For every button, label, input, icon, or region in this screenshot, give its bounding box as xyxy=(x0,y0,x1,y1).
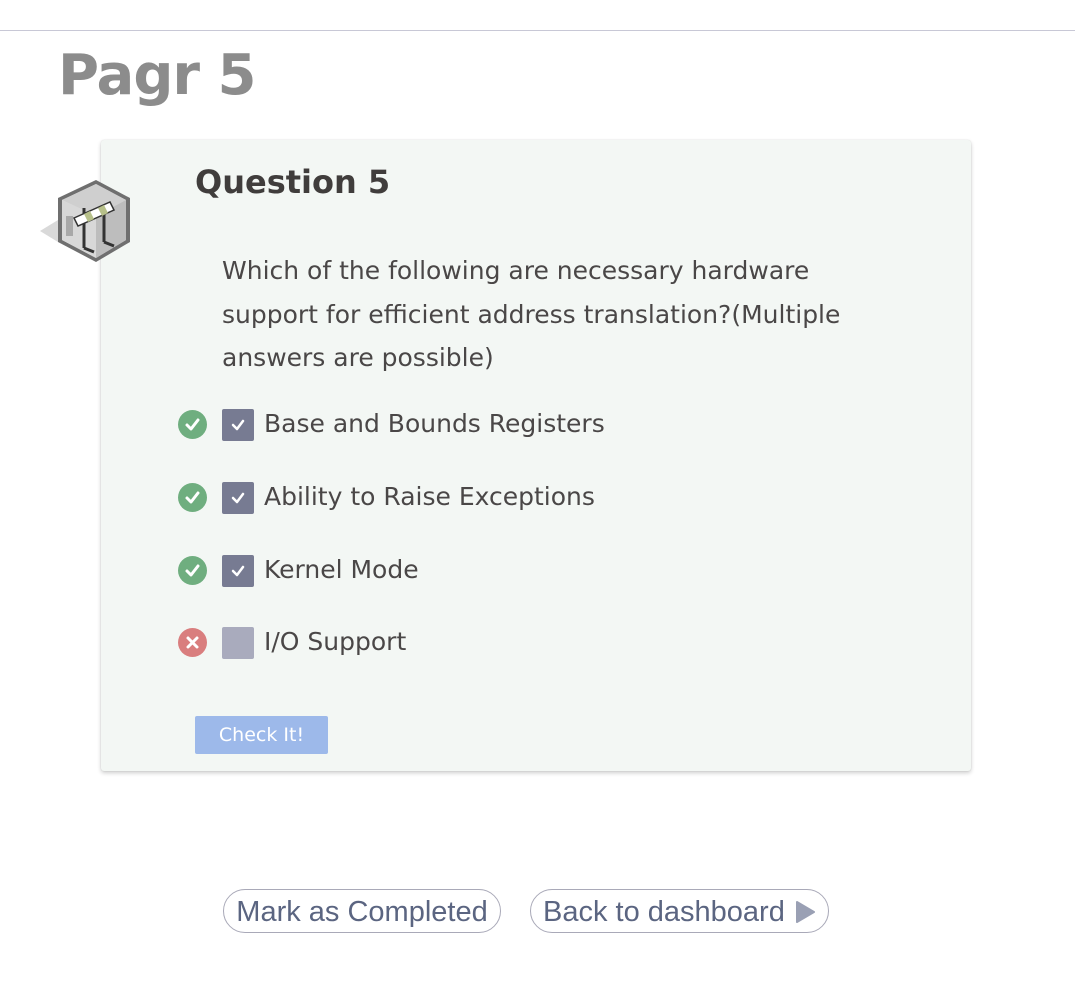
barrier-cube-icon xyxy=(40,176,136,268)
check-it-button[interactable]: Check It! xyxy=(195,716,328,754)
header-divider xyxy=(0,30,1075,31)
check-circle-icon xyxy=(178,410,207,439)
answer-option[interactable]: Base and Bounds Registers xyxy=(178,409,878,450)
answer-checkbox[interactable] xyxy=(222,409,254,441)
answer-option[interactable]: Kernel Mode xyxy=(178,555,878,596)
answer-label: Base and Bounds Registers xyxy=(264,409,605,438)
answer-label: Kernel Mode xyxy=(264,555,419,584)
answer-option[interactable]: Ability to Raise Exceptions xyxy=(178,482,878,523)
question-text: Which of the following are necessary har… xyxy=(222,256,841,372)
answer-label: Ability to Raise Exceptions xyxy=(264,482,595,511)
back-to-dashboard-button[interactable]: Back to dashboard xyxy=(530,889,829,933)
mark-completed-button[interactable]: Mark as Completed xyxy=(223,889,501,933)
answer-option[interactable]: I/O Support xyxy=(178,627,878,668)
page-title: Pagr 5 xyxy=(58,43,256,108)
check-circle-icon xyxy=(178,556,207,585)
play-arrow-icon xyxy=(796,901,815,923)
check-circle-icon xyxy=(178,483,207,512)
back-to-dashboard-label: Back to dashboard xyxy=(543,896,785,928)
x-circle-icon xyxy=(178,628,207,657)
answer-label: I/O Support xyxy=(264,627,407,656)
mark-completed-label: Mark as Completed xyxy=(236,896,488,928)
answer-checkbox[interactable] xyxy=(222,555,254,587)
question-title: Question 5 xyxy=(195,163,391,201)
answer-checkbox[interactable] xyxy=(222,627,254,659)
answer-checkbox[interactable] xyxy=(222,482,254,514)
question-card xyxy=(101,140,971,771)
